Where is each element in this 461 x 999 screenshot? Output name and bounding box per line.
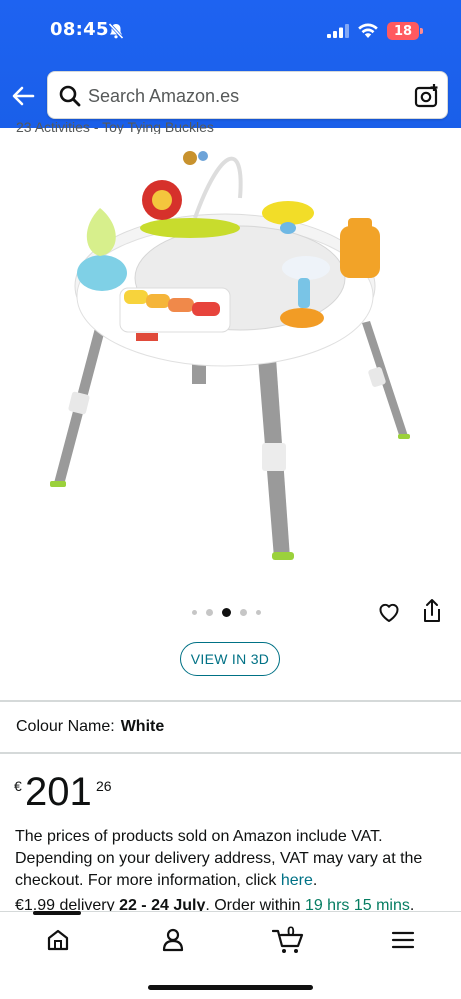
view-in-3d-button[interactable]: VIEW IN 3D: [180, 642, 280, 676]
bottom-navigation: 0: [0, 911, 461, 999]
product-image[interactable]: [40, 138, 430, 568]
vat-notice: The prices of products sold on Amazon in…: [15, 826, 445, 892]
vat-text: The prices of products sold on Amazon in…: [15, 828, 423, 889]
header-band: 08:45 18: [0, 0, 461, 128]
battery-tip: [420, 28, 423, 34]
colour-value: White: [120, 718, 165, 735]
image-carousel-dots[interactable]: [192, 606, 261, 618]
divider: [0, 752, 461, 754]
menu-icon[interactable]: [389, 926, 417, 954]
cellular-signal-icon: [327, 24, 349, 38]
account-icon[interactable]: [159, 926, 187, 954]
cart-count: 0: [287, 923, 295, 939]
carousel-dot[interactable]: [240, 608, 247, 616]
back-arrow-icon[interactable]: [11, 84, 35, 108]
wifi-icon: [358, 23, 378, 38]
heart-icon[interactable]: [377, 600, 401, 624]
share-icon[interactable]: [421, 598, 443, 624]
home-icon[interactable]: [44, 926, 72, 954]
home-indicator-bar: [148, 985, 313, 990]
vat-here-link[interactable]: here: [281, 872, 313, 889]
bell-off-icon: [108, 22, 124, 40]
colour-label: Colour Name:: [16, 718, 115, 735]
price-fraction: 26: [96, 778, 112, 794]
carousel-dot[interactable]: [192, 609, 197, 615]
status-time: 08:45: [50, 19, 109, 40]
battery-indicator: 18: [387, 22, 419, 40]
search-input[interactable]: [88, 84, 388, 108]
carousel-dot-active[interactable]: [222, 607, 231, 617]
search-box[interactable]: [47, 71, 448, 119]
vat-end: .: [312, 872, 318, 889]
colour-selector[interactable]: Colour Name: White: [16, 718, 164, 736]
carousel-dot[interactable]: [206, 608, 213, 616]
carousel-dot[interactable]: [256, 609, 261, 615]
price-whole: 201: [25, 770, 92, 814]
divider: [0, 700, 461, 702]
search-icon[interactable]: [59, 85, 81, 107]
camera-search-icon[interactable]: [414, 83, 440, 109]
active-tab-indicator: [33, 911, 81, 915]
product-subtitle-partial: 23 Activities - Toy Tying Buckles: [16, 120, 214, 134]
price-currency: €: [14, 778, 22, 794]
